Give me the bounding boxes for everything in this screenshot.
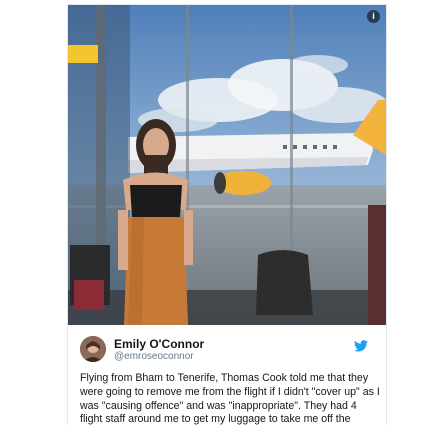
- tweet-author[interactable]: Emily O'Connor @emroseoconnor: [80, 336, 376, 366]
- avatar-image: [80, 336, 106, 362]
- avatar[interactable]: [80, 336, 106, 362]
- tweet-photo[interactable]: i: [68, 5, 386, 325]
- author-display-name[interactable]: Emily O'Connor: [114, 337, 204, 351]
- embedded-tweet-card[interactable]: i Emily O'Connor @emroseoconnor Flying f…: [67, 4, 387, 425]
- author-handle[interactable]: @emroseoconnor: [114, 351, 194, 362]
- info-icon[interactable]: i: [367, 10, 380, 23]
- tweet-text: Flying from Bham to Tenerife, Thomas Coo…: [80, 372, 380, 425]
- twitter-bird-icon[interactable]: [354, 340, 368, 352]
- page: i Emily O'Connor @emroseoconnor Flying f…: [0, 0, 425, 425]
- airport-scene: [68, 5, 386, 325]
